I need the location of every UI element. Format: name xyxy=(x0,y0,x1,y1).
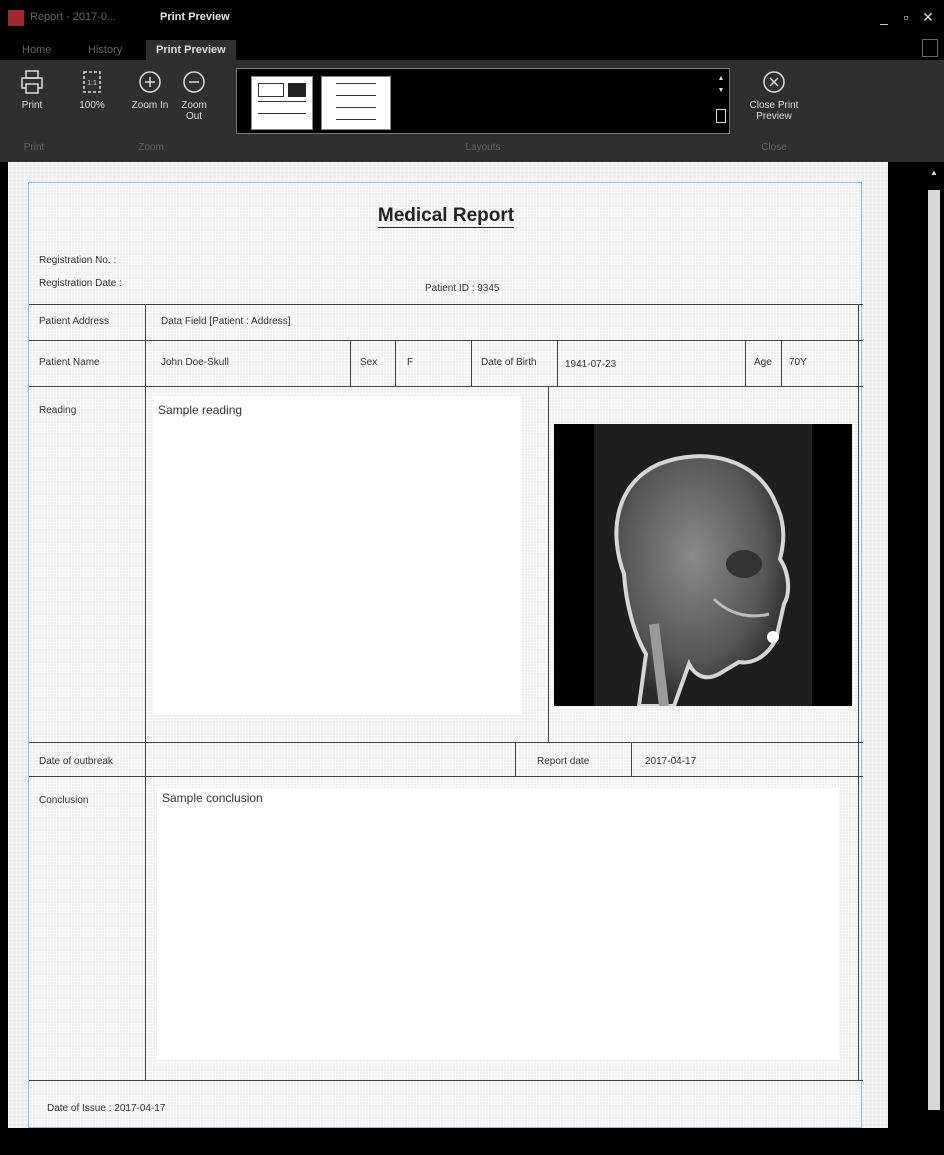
patient-name-label: Patient Name xyxy=(39,357,100,368)
status-bar xyxy=(0,1128,944,1155)
side-panel xyxy=(888,162,926,1128)
ribbon-tabs: Home History Print Preview xyxy=(0,36,944,60)
zoom-100-button[interactable]: 1:1 100% xyxy=(72,68,112,111)
window-title: Report - 2017-0... xyxy=(30,11,117,23)
layout-thumbnail-two-page[interactable] xyxy=(321,76,391,130)
svg-text:1:1: 1:1 xyxy=(87,80,97,87)
sex-value: F xyxy=(407,357,414,368)
divider xyxy=(29,1080,863,1081)
close-circle-icon xyxy=(763,71,785,93)
patient-address-label: Patient Address xyxy=(39,316,110,327)
zoom-100-label: 100% xyxy=(79,100,105,111)
conclusion-value: Sample conclusion xyxy=(162,791,263,805)
divider xyxy=(29,742,863,743)
dob-label: Date of Birth xyxy=(481,357,537,368)
date-of-outbreak-label: Date of outbreak xyxy=(39,756,113,767)
registration-date-label: Registration Date : xyxy=(39,278,122,289)
title-bar: Report - 2017-0... Print Preview _ ▫ ✕ xyxy=(0,0,944,36)
layout-gallery[interactable]: ▲ ▼ xyxy=(236,68,730,134)
print-preview-area[interactable]: Medical Report Registration No. : Regist… xyxy=(8,162,888,1128)
group-label-print: Print xyxy=(23,142,45,153)
report-page: Medical Report Registration No. : Regist… xyxy=(28,182,863,1128)
report-date-label: Report date xyxy=(537,756,590,767)
close-print-preview-button[interactable]: Close Print Preview xyxy=(744,68,804,122)
age-value: 70Y xyxy=(789,357,807,368)
help-icon[interactable] xyxy=(922,39,938,57)
group-label-zoom: Zoom xyxy=(138,142,164,153)
patient-id: Patient ID : 9345 xyxy=(425,283,500,294)
group-label-layouts: Layouts xyxy=(465,142,501,153)
patient-address-value: Data Field [Patient : Address] xyxy=(161,316,291,327)
gallery-scroll-buttons[interactable]: ▲ ▼ xyxy=(716,73,726,131)
right-border xyxy=(858,304,859,1080)
registration-no-label: Registration No. : xyxy=(39,255,117,266)
reading-value: Sample reading xyxy=(158,403,243,417)
report-title: Medical Report xyxy=(377,205,515,228)
zoom-in-label: Zoom In xyxy=(131,100,169,111)
tab-print-preview[interactable]: Print Preview xyxy=(146,40,236,60)
zoom-out-button[interactable]: Zoom Out xyxy=(174,68,214,122)
tab-history[interactable]: History xyxy=(78,40,132,60)
age-label: Age xyxy=(754,357,772,368)
zoom-in-button[interactable]: Zoom In xyxy=(130,68,170,111)
conclusion-label: Conclusion xyxy=(39,795,89,806)
layout-thumbnail-one-page[interactable] xyxy=(251,76,313,130)
close-icon[interactable]: ✕ xyxy=(920,8,936,26)
zoom-out-icon xyxy=(183,71,205,93)
scrollbar-thumb[interactable] xyxy=(928,190,940,1110)
dob-value: 1941-07-23 xyxy=(565,359,617,370)
label-column-divider xyxy=(145,304,146,1080)
patient-name-value: John Doe-Skull xyxy=(161,357,229,368)
reading-label: Reading xyxy=(39,405,77,416)
report-date-value: 2017-04-17 xyxy=(645,756,697,767)
print-label: Print xyxy=(21,100,43,111)
ribbon: Print 1:1 100% Zoom In Zoom Out ▲ ▼ Clos… xyxy=(0,60,944,162)
divider xyxy=(29,386,863,387)
divider xyxy=(29,340,863,341)
zoom-100-icon: 1:1 xyxy=(83,71,101,93)
zoom-in-icon xyxy=(139,71,161,93)
print-button[interactable]: Print xyxy=(12,68,52,111)
minimize-icon[interactable]: _ xyxy=(876,8,892,26)
group-label-close: Close xyxy=(761,142,787,153)
divider xyxy=(29,776,863,777)
skull-xray-image xyxy=(554,424,852,706)
app-icon xyxy=(8,10,24,26)
context-title: Print Preview xyxy=(160,11,230,23)
date-of-issue: Date of Issue : 2017-04-17 xyxy=(47,1103,166,1114)
xray-graphic xyxy=(594,424,812,706)
divider xyxy=(29,304,863,305)
reading-box xyxy=(153,397,521,715)
scroll-up-icon[interactable]: ▲ xyxy=(716,73,726,85)
sex-label: Sex xyxy=(360,357,378,368)
expand-gallery-icon[interactable] xyxy=(716,109,726,123)
printer-icon xyxy=(21,70,43,94)
maximize-icon[interactable]: ▫ xyxy=(898,8,914,26)
zoom-out-label: Zoom Out xyxy=(181,100,207,122)
conclusion-box xyxy=(157,788,839,1060)
close-preview-label: Close Print Preview xyxy=(749,100,799,122)
tab-home[interactable]: Home xyxy=(12,40,61,60)
scroll-up-arrow-icon[interactable]: ▲ xyxy=(926,168,942,177)
scroll-down-icon[interactable]: ▼ xyxy=(716,85,726,97)
